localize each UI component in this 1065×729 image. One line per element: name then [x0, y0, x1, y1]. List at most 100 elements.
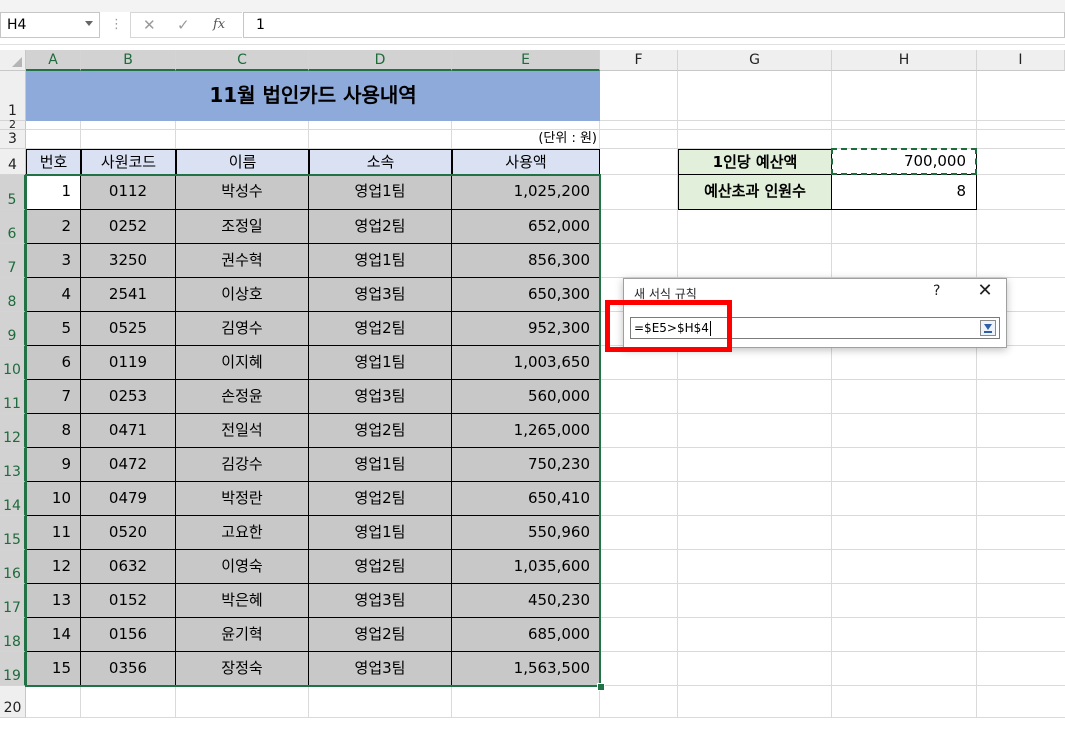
table-header[interactable]: 사원코드: [81, 149, 176, 175]
check-icon[interactable]: ✓: [177, 16, 190, 34]
table-cell[interactable]: 5: [26, 312, 81, 346]
table-cell[interactable]: 영업3팀: [309, 278, 452, 312]
table-cell[interactable]: 고요한: [176, 516, 309, 550]
table-cell[interactable]: 영업3팀: [309, 652, 452, 686]
table-cell[interactable]: 0152: [81, 584, 176, 618]
column-header-h[interactable]: H: [832, 50, 977, 71]
table-cell[interactable]: 이지혜: [176, 346, 309, 380]
table-cell[interactable]: 11: [26, 516, 81, 550]
formula-input[interactable]: 1: [243, 12, 1065, 38]
table-cell[interactable]: 영업2팀: [309, 312, 452, 346]
table-cell[interactable]: 13: [26, 584, 81, 618]
table-cell[interactable]: 1,265,000: [452, 414, 600, 448]
row-header-5[interactable]: 5: [0, 175, 26, 210]
fill-handle[interactable]: [597, 683, 605, 691]
budget-value[interactable]: 700,000: [832, 149, 977, 175]
close-icon[interactable]: ✕: [975, 280, 995, 301]
table-cell[interactable]: 3: [26, 244, 81, 278]
table-cell[interactable]: 0520: [81, 516, 176, 550]
column-header-d[interactable]: D: [309, 50, 452, 71]
row-header-10[interactable]: 10: [0, 346, 26, 380]
rule-formula-input[interactable]: =$E5>$H$4: [630, 317, 1000, 339]
table-cell[interactable]: 0479: [81, 482, 176, 516]
budget-label[interactable]: 1인당 예산액: [678, 149, 832, 175]
row-header-17[interactable]: 17: [0, 584, 26, 618]
over-budget-label[interactable]: 예산초과 인원수: [678, 175, 832, 210]
row-header-4[interactable]: 4: [0, 149, 26, 175]
table-cell[interactable]: 영업1팀: [309, 346, 452, 380]
table-cell[interactable]: 6: [26, 346, 81, 380]
table-cell[interactable]: 4: [26, 278, 81, 312]
table-cell[interactable]: 0119: [81, 346, 176, 380]
table-header[interactable]: 소속: [309, 149, 452, 175]
help-icon[interactable]: ?: [933, 283, 940, 299]
row-header-19[interactable]: 19: [0, 652, 26, 686]
table-cell[interactable]: 손정윤: [176, 380, 309, 414]
table-cell[interactable]: 김강수: [176, 448, 309, 482]
table-cell[interactable]: 650,300: [452, 278, 600, 312]
table-cell[interactable]: 750,230: [452, 448, 600, 482]
table-cell[interactable]: 12: [26, 550, 81, 584]
table-cell[interactable]: 3250: [81, 244, 176, 278]
row-header-16[interactable]: 16: [0, 550, 26, 584]
row-header-20[interactable]: 20: [0, 686, 26, 718]
table-cell[interactable]: 영업3팀: [309, 584, 452, 618]
column-header-b[interactable]: B: [81, 50, 176, 71]
table-header[interactable]: 번호: [26, 149, 81, 175]
row-header-2[interactable]: 2: [0, 119, 26, 130]
table-cell[interactable]: 박성수: [176, 175, 309, 210]
table-cell[interactable]: 영업3팀: [309, 380, 452, 414]
row-header-3[interactable]: 3: [0, 130, 26, 149]
table-cell[interactable]: 0356: [81, 652, 176, 686]
table-cell[interactable]: 1: [26, 175, 81, 210]
row-header-15[interactable]: 15: [0, 516, 26, 550]
table-cell[interactable]: 영업1팀: [309, 448, 452, 482]
table-cell[interactable]: 영업1팀: [309, 244, 452, 278]
table-cell[interactable]: 이상호: [176, 278, 309, 312]
table-cell[interactable]: 15: [26, 652, 81, 686]
table-cell[interactable]: 856,300: [452, 244, 600, 278]
row-header-9[interactable]: 9: [0, 312, 26, 346]
table-cell[interactable]: 1,025,200: [452, 175, 600, 210]
table-cell[interactable]: 장정숙: [176, 652, 309, 686]
table-cell[interactable]: 영업1팀: [309, 175, 452, 210]
table-cell[interactable]: 952,300: [452, 312, 600, 346]
table-cell[interactable]: 1,035,600: [452, 550, 600, 584]
table-cell[interactable]: 영업2팀: [309, 210, 452, 244]
table-cell[interactable]: 0471: [81, 414, 176, 448]
table-cell[interactable]: 7: [26, 380, 81, 414]
table-cell[interactable]: 영업1팀: [309, 516, 452, 550]
row-header-18[interactable]: 18: [0, 618, 26, 652]
cancel-icon[interactable]: ✕: [143, 16, 156, 34]
table-cell[interactable]: 1,563,500: [452, 652, 600, 686]
table-cell[interactable]: 650,410: [452, 482, 600, 516]
table-cell[interactable]: 2: [26, 210, 81, 244]
row-header-14[interactable]: 14: [0, 482, 26, 516]
column-header-g[interactable]: G: [678, 50, 832, 71]
table-cell[interactable]: 9: [26, 448, 81, 482]
column-header-a[interactable]: A: [26, 50, 81, 71]
table-cell[interactable]: 10: [26, 482, 81, 516]
table-cell[interactable]: 조정일: [176, 210, 309, 244]
table-cell[interactable]: 0156: [81, 618, 176, 652]
insert-function-icon[interactable]: fx: [213, 17, 225, 32]
row-header-6[interactable]: 6: [0, 210, 26, 244]
table-cell[interactable]: 0472: [81, 448, 176, 482]
table-cell[interactable]: 550,960: [452, 516, 600, 550]
table-cell[interactable]: 560,000: [452, 380, 600, 414]
table-cell[interactable]: 박은혜: [176, 584, 309, 618]
table-cell[interactable]: 685,000: [452, 618, 600, 652]
row-header-12[interactable]: 12: [0, 414, 26, 448]
row-header-7[interactable]: 7: [0, 244, 26, 278]
table-cell[interactable]: 14: [26, 618, 81, 652]
table-cell[interactable]: 0112: [81, 175, 176, 210]
column-header-c[interactable]: C: [176, 50, 309, 71]
table-header[interactable]: 사용액: [452, 149, 600, 175]
table-cell[interactable]: 0632: [81, 550, 176, 584]
table-header[interactable]: 이름: [176, 149, 309, 175]
column-header-f[interactable]: F: [600, 50, 678, 71]
table-cell[interactable]: 2541: [81, 278, 176, 312]
table-cell[interactable]: 0252: [81, 210, 176, 244]
table-cell[interactable]: 영업2팀: [309, 618, 452, 652]
row-header-8[interactable]: 8: [0, 278, 26, 312]
